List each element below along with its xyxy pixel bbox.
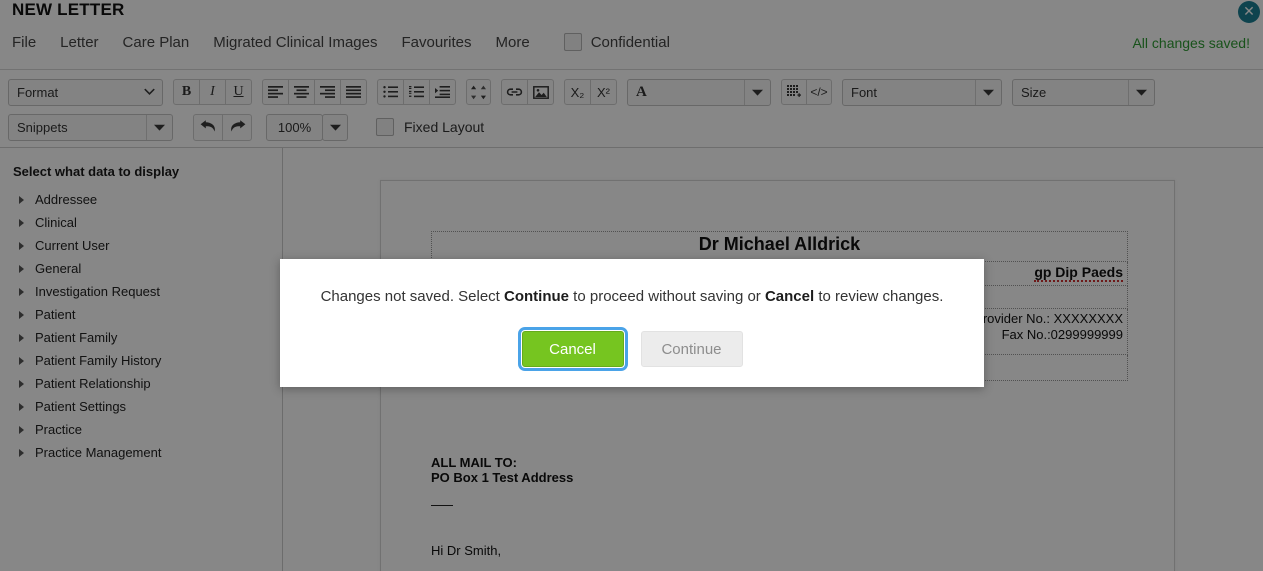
unsaved-changes-dialog: Changes not saved. Select Continue to pr… <box>280 259 984 387</box>
cancel-button[interactable]: Cancel <box>517 327 628 371</box>
continue-button[interactable]: Continue <box>640 331 743 367</box>
dialog-message-prefix: Changes not saved. Select <box>320 288 505 305</box>
dialog-actions: Cancel Continue <box>280 327 984 371</box>
dialog-message: Changes not saved. Select Continue to pr… <box>280 288 984 305</box>
dialog-message-continue-emphasis: Continue <box>504 288 570 305</box>
dialog-message-middle: to proceed without saving or <box>569 288 765 305</box>
dialog-message-cancel-emphasis: Cancel <box>764 288 815 305</box>
dialog-message-suffix: to review changes. <box>814 288 944 305</box>
